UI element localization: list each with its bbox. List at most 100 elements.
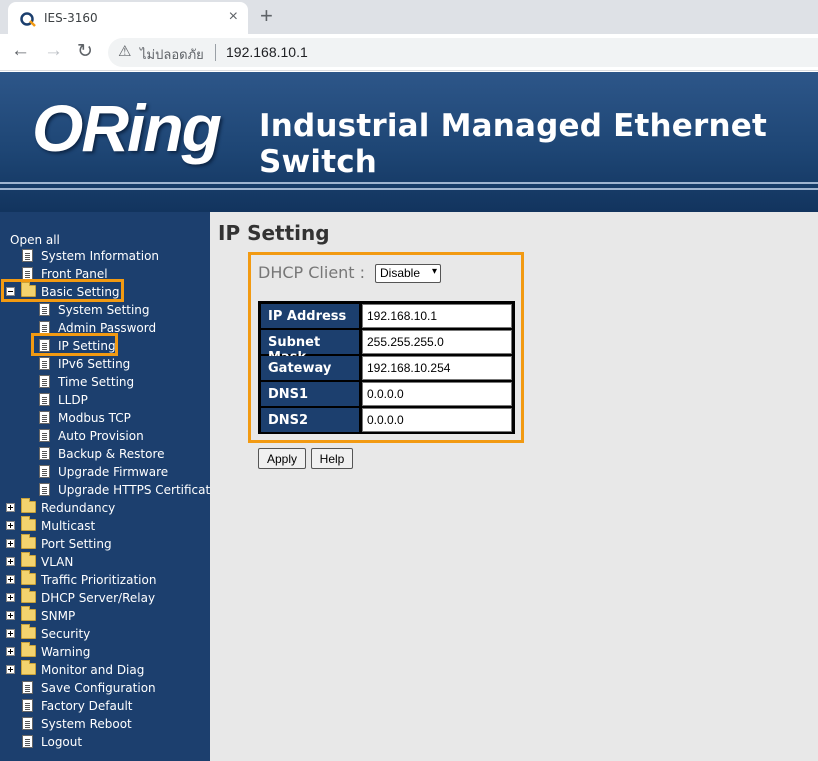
table-row: Subnet Mask 255.255.255.0 xyxy=(261,330,512,365)
warning-icon[interactable]: ⚠ xyxy=(118,42,131,60)
ip-settings-table: IP Address 192.168.10.1 Subnet Mask 255.… xyxy=(258,301,515,434)
sidebar-item-label: Warning xyxy=(41,645,91,659)
expand-icon[interactable] xyxy=(6,557,15,566)
page-icon xyxy=(39,411,50,424)
sidebar-item-multicast[interactable]: Multicast xyxy=(0,516,200,535)
table-row: DNS1 0.0.0.0 xyxy=(261,382,512,406)
sidebar-item-time-setting[interactable]: Time Setting xyxy=(0,373,210,391)
tab-title: IES-3160 xyxy=(44,11,98,25)
banner-divider xyxy=(0,182,818,184)
table-row: DNS2 0.0.0.0 xyxy=(261,408,512,432)
sidebar-item-lldp[interactable]: LLDP xyxy=(0,391,210,409)
sidebar-item-label: Factory Default xyxy=(41,699,133,713)
help-button[interactable]: Help xyxy=(311,448,353,469)
security-status[interactable]: ไม่ปลอดภัย xyxy=(140,44,204,65)
apply-button[interactable]: Apply xyxy=(258,448,306,469)
folder-icon xyxy=(21,552,36,567)
sidebar-item-label: DHCP Server/Relay xyxy=(41,591,156,605)
dns1-input[interactable]: 0.0.0.0 xyxy=(362,382,512,406)
sidebar-item-system-setting[interactable]: System Setting xyxy=(0,301,210,319)
folder-icon xyxy=(21,570,36,585)
dhcp-client-select[interactable]: Disable ▾ xyxy=(375,264,441,283)
folder-icon xyxy=(21,588,36,603)
expand-icon[interactable] xyxy=(6,575,15,584)
new-tab-button[interactable]: + xyxy=(260,3,273,29)
sidebar-item-label: Traffic Prioritization xyxy=(41,573,157,587)
expand-icon[interactable] xyxy=(6,665,15,674)
forward-arrow-icon[interactable]: → xyxy=(44,40,63,62)
sidebar-item-label: Modbus TCP xyxy=(58,411,131,425)
page-icon xyxy=(39,375,50,388)
page-icon xyxy=(22,249,33,262)
sidebar-item-vlan[interactable]: VLAN xyxy=(0,552,200,571)
sidebar-item-label: Logout xyxy=(41,735,83,749)
expand-icon[interactable] xyxy=(6,521,15,530)
sidebar-item-traffic-prioritization[interactable]: Traffic Prioritization xyxy=(0,570,200,589)
expand-icon[interactable] xyxy=(6,593,15,602)
sidebar-item-label: Multicast xyxy=(41,519,96,533)
browser-tab[interactable]: IES-3160 × xyxy=(8,2,248,34)
sidebar-item-label: LLDP xyxy=(58,393,88,407)
page-icon xyxy=(39,303,50,316)
ip-address-input[interactable]: 192.168.10.1 xyxy=(362,304,512,328)
sidebar-item-modbus-tcp[interactable]: Modbus TCP xyxy=(0,409,210,427)
header-banner: ORing Industrial Managed Ethernet Switch xyxy=(0,72,818,212)
folder-icon xyxy=(21,624,36,639)
chevron-down-icon: ▾ xyxy=(431,266,437,277)
sidebar-item-label: IPv6 Setting xyxy=(58,357,131,371)
close-tab-icon[interactable]: × xyxy=(229,8,238,26)
expand-icon[interactable] xyxy=(6,611,15,620)
sidebar-item-system-reboot[interactable]: System Reboot xyxy=(0,715,200,733)
sidebar-item-label: System Information xyxy=(41,249,160,263)
sidebar-item-label: Upgrade HTTPS Certificatio xyxy=(58,483,210,497)
expand-icon[interactable] xyxy=(6,539,15,548)
sidebar-item-dhcp-server-relay[interactable]: DHCP Server/Relay xyxy=(0,588,200,607)
sidebar-item-label: Redundancy xyxy=(41,501,116,515)
sidebar-item-save-configuration[interactable]: Save Configuration xyxy=(0,679,200,697)
sidebar-item-upgrade-firmware[interactable]: Upgrade Firmware xyxy=(0,463,210,481)
sidebar-item-port-setting[interactable]: Port Setting xyxy=(0,534,200,553)
sidebar-item-snmp[interactable]: SNMP xyxy=(0,606,200,625)
browser-toolbar: ← → ↻ ⚠ ไม่ปลอดภัย 192.168.10.1 xyxy=(0,34,818,71)
sidebar-item-logout[interactable]: Logout xyxy=(0,733,200,751)
gateway-input[interactable]: 192.168.10.254 xyxy=(362,356,512,380)
oring-favicon-icon xyxy=(20,12,36,27)
address-bar[interactable]: ⚠ ไม่ปลอดภัย 192.168.10.1 xyxy=(108,38,818,67)
sidebar-item-system-information[interactable]: System Information xyxy=(0,247,200,265)
banner-title: Industrial Managed Ethernet Switch xyxy=(259,108,768,180)
sidebar-item-redundancy[interactable]: Redundancy xyxy=(0,498,200,517)
expand-icon[interactable] xyxy=(6,503,15,512)
sidebar-item-label: Upgrade Firmware xyxy=(58,465,169,479)
address-separator xyxy=(215,44,216,61)
page-icon xyxy=(22,699,33,712)
dhcp-client-label: DHCP Client : xyxy=(258,263,366,282)
gateway-label: Gateway xyxy=(261,356,359,380)
page-icon xyxy=(22,735,33,748)
dns2-input[interactable]: 0.0.0.0 xyxy=(362,408,512,432)
sidebar-item-label: VLAN xyxy=(41,555,74,569)
expand-icon[interactable] xyxy=(6,647,15,656)
reload-icon[interactable]: ↻ xyxy=(77,40,93,63)
oring-logo: ORing xyxy=(32,91,222,165)
sidebar-item-upgrade-https-certificate[interactable]: Upgrade HTTPS Certificatio xyxy=(0,481,210,499)
sidebar-item-security[interactable]: Security xyxy=(0,624,200,643)
folder-icon xyxy=(21,642,36,657)
sidebar-item-auto-provision[interactable]: Auto Provision xyxy=(0,427,210,445)
back-arrow-icon[interactable]: ← xyxy=(11,40,30,62)
page-icon xyxy=(39,393,50,406)
dhcp-client-value: Disable xyxy=(380,266,421,280)
sidebar-item-ipv6-setting[interactable]: IPv6 Setting xyxy=(0,355,210,373)
browser-tab-bar: IES-3160 × + xyxy=(0,0,818,34)
folder-icon xyxy=(21,606,36,621)
table-row: IP Address 192.168.10.1 xyxy=(261,304,512,328)
open-all-link[interactable]: Open all xyxy=(10,233,60,247)
sidebar-item-monitor-and-diag[interactable]: Monitor and Diag xyxy=(0,660,200,679)
sidebar-item-factory-default[interactable]: Factory Default xyxy=(0,697,200,715)
page-icon xyxy=(22,717,33,730)
sidebar-item-backup-restore[interactable]: Backup & Restore xyxy=(0,445,210,463)
expand-icon[interactable] xyxy=(6,629,15,638)
sidebar-item-warning[interactable]: Warning xyxy=(0,642,200,661)
url-text[interactable]: 192.168.10.1 xyxy=(226,44,308,60)
subnet-mask-input[interactable]: 255.255.255.0 xyxy=(362,330,512,354)
folder-icon xyxy=(21,660,36,675)
